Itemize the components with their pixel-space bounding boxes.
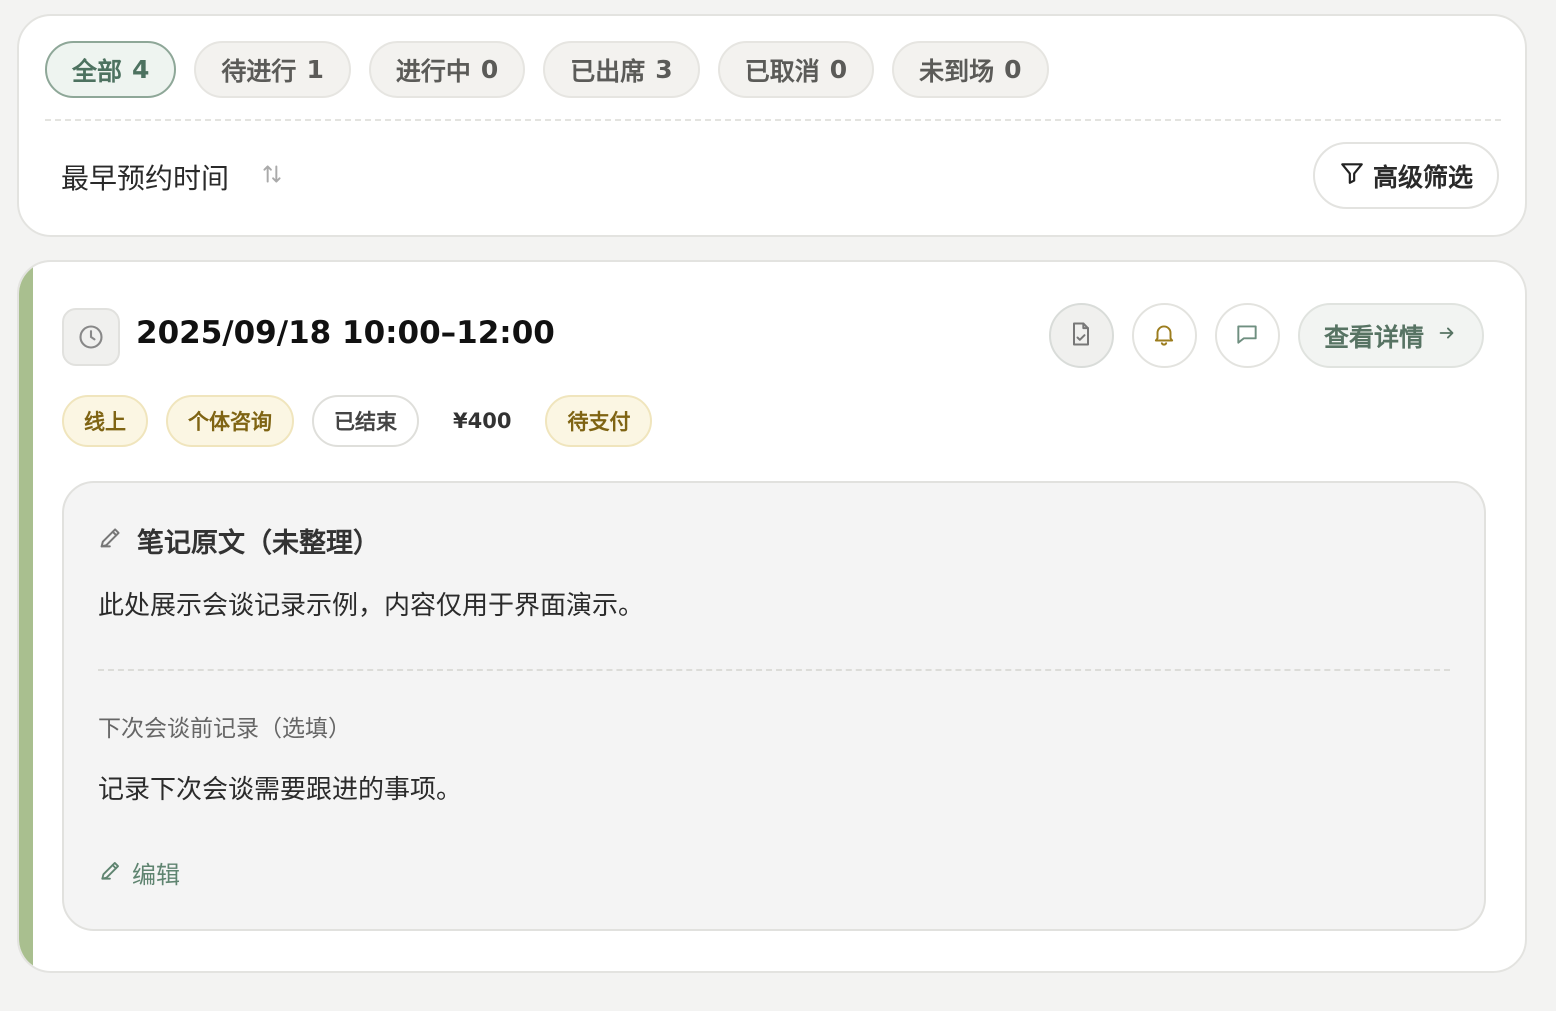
tab-label: 已取消 (744, 56, 820, 86)
arrow-right-icon (1436, 321, 1458, 350)
next-session-label: 下次会谈前记录（选填） (98, 716, 351, 742)
notes-body: 此处展示会谈记录示例，内容仅用于界面演示。 (98, 591, 645, 621)
document-icon (1067, 320, 1095, 352)
message-button[interactable] (1214, 303, 1280, 368)
view-detail-label: 查看详情 (1323, 322, 1424, 352)
notes-title-text: 笔记原文（未整理） (137, 528, 380, 559)
divider (98, 669, 1450, 671)
tab-no-show[interactable]: 未到场 0 (892, 41, 1049, 98)
mode-tag: 线上 (62, 395, 148, 447)
tab-label: 未到场 (919, 56, 995, 86)
tab-label: 进行中 (395, 56, 471, 86)
price: ¥400 (453, 409, 512, 433)
tab-all[interactable]: 全部 4 (45, 41, 177, 98)
filter-icon (1339, 160, 1365, 192)
edit-label: 编辑 (132, 861, 180, 889)
divider (45, 119, 1501, 121)
type-tag: 个体咨询 (166, 395, 294, 447)
appointment-tags: 线上 个体咨询 已结束 ¥400 待支付 (62, 395, 653, 447)
tab-label: 已出席 (570, 56, 646, 86)
appointment-time: 2025/09/18 10:00–12:00 (136, 315, 555, 351)
filter-card: 全部 4 待进行 1 进行中 0 已出席 3 已取消 0 未到场 0 最早预约时… (17, 14, 1527, 237)
tab-label: 全部 (72, 56, 123, 86)
tab-attended[interactable]: 已出席 3 (543, 41, 700, 98)
edit-notes-button[interactable]: 编辑 (98, 855, 180, 890)
advanced-filter-label: 高级筛选 (1372, 162, 1473, 192)
pencil-icon (98, 857, 124, 889)
appointment-actions: 查看详情 (1048, 303, 1484, 368)
tab-count: 1 (306, 55, 324, 84)
tab-cancelled[interactable]: 已取消 0 (717, 41, 875, 98)
status-badge: 已结束 (312, 395, 419, 447)
status-tabs: 全部 4 待进行 1 进行中 0 已出席 3 已取消 0 未到场 0 (45, 41, 1049, 98)
sort-label: 最早预约时间 (61, 162, 230, 195)
pencil-icon (97, 523, 125, 558)
document-button[interactable] (1048, 303, 1114, 368)
sort-icon (259, 161, 285, 194)
appointment-card: 2025/09/18 10:00–12:00 查看详情 线上 个体咨询 已结束 … (17, 260, 1527, 973)
page: 全部 4 待进行 1 进行中 0 已出席 3 已取消 0 未到场 0 最早预约时… (0, 0, 1556, 1011)
sort-control[interactable]: 最早预约时间 (61, 157, 285, 197)
bell-icon (1151, 321, 1177, 351)
advanced-filter-button[interactable]: 高级筛选 (1312, 142, 1499, 209)
notes-title: 笔记原文（未整理） (97, 521, 380, 560)
tab-count: 4 (132, 55, 150, 84)
next-session-note: 记录下次会谈需要跟进的事项。 (98, 775, 463, 805)
notes-panel: 笔记原文（未整理） 此处展示会谈记录示例，内容仅用于界面演示。 下次会谈前记录（… (62, 481, 1486, 931)
status-accent-bar (19, 262, 33, 971)
reminder-button[interactable] (1131, 303, 1197, 368)
view-detail-button[interactable]: 查看详情 (1297, 303, 1484, 368)
payment-status-badge: 待支付 (545, 395, 653, 447)
tab-label: 待进行 (221, 56, 297, 86)
clock-icon (62, 308, 120, 366)
tab-count: 3 (655, 55, 673, 84)
tab-count: 0 (1004, 55, 1022, 84)
tab-pending[interactable]: 待进行 1 (194, 41, 351, 98)
message-icon (1234, 321, 1260, 351)
tab-in-progress[interactable]: 进行中 0 (368, 41, 526, 98)
tab-count: 0 (480, 55, 499, 84)
tab-count: 0 (829, 55, 848, 84)
